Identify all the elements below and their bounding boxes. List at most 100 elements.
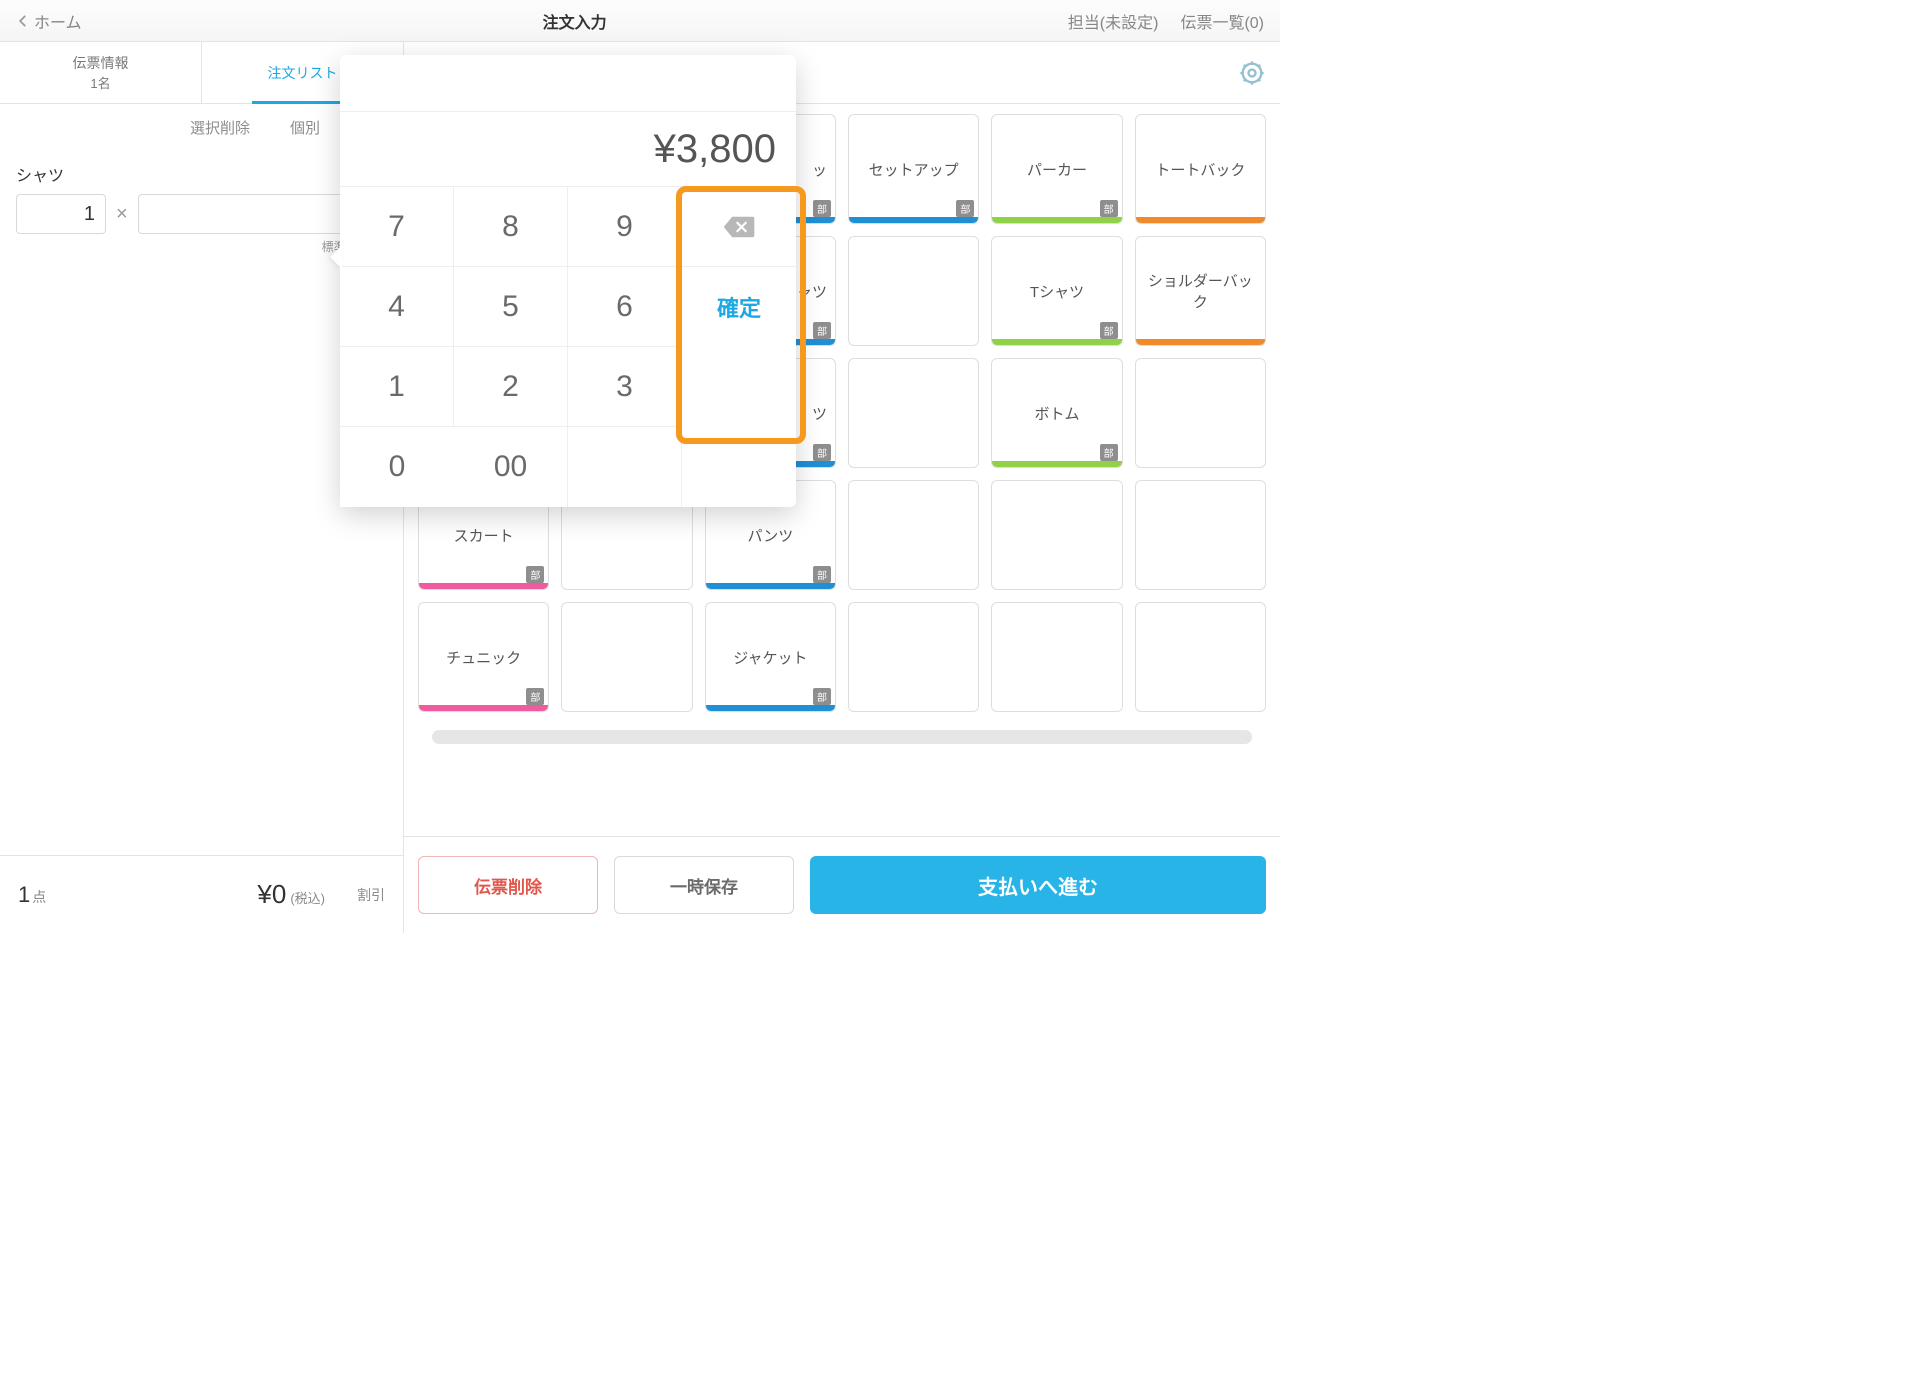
top-right-group: 担当(未設定) 伝票一覧(0) (1068, 9, 1264, 33)
horizontal-scrollbar[interactable] (432, 730, 1252, 744)
product-cell-empty (1135, 358, 1266, 468)
category-badge: 部 (526, 688, 544, 705)
back-label: ホーム (34, 9, 82, 33)
category-badge: 部 (813, 566, 831, 583)
product-cell[interactable]: ショルダーバック (1135, 236, 1266, 346)
discount-button[interactable]: 割引 (357, 885, 385, 905)
numpad-key-7[interactable]: 7 (340, 187, 454, 267)
slips-label[interactable]: 伝票一覧(0) (1180, 9, 1264, 33)
item-name: シャツ (16, 162, 387, 186)
product-cell-empty (848, 236, 979, 346)
product-label: ジャケット (733, 647, 807, 668)
color-stripe (1136, 217, 1265, 223)
product-label: Tシャツ (1030, 281, 1084, 302)
product-label: チュニック (446, 647, 521, 668)
color-stripe (992, 217, 1121, 223)
quantity-input[interactable]: 1 (16, 194, 106, 234)
multiply-icon: × (116, 203, 128, 226)
tab-slip-label: 伝票情報 (73, 53, 129, 73)
tab-slip-sub: 1名 (90, 73, 110, 92)
tab-slip-info[interactable]: 伝票情報 1名 (0, 42, 202, 103)
gear-icon[interactable] (1238, 59, 1266, 87)
color-stripe (706, 583, 835, 589)
category-badge: 部 (1100, 322, 1118, 339)
delete-selection-button[interactable]: 選択削除 (190, 117, 250, 138)
category-badge: 部 (956, 200, 974, 217)
delete-slip-button[interactable]: 伝票削除 (418, 856, 598, 914)
product-cell[interactable]: パーカー部 (991, 114, 1122, 224)
hold-button[interactable]: 一時保存 (614, 856, 794, 914)
tab-order-label: 注文リスト (268, 63, 338, 83)
page-title: 注文入力 (543, 9, 607, 33)
product-label: パンツ (747, 525, 793, 546)
color-stripe (419, 583, 548, 589)
category-badge: 部 (813, 200, 831, 217)
product-label: ボトム (1034, 403, 1079, 424)
product-cell-empty (1135, 602, 1266, 712)
category-badge: 部 (1100, 200, 1118, 217)
product-label: セットアップ (869, 159, 959, 180)
numpad-key-00[interactable]: 00 (454, 427, 568, 507)
product-cell-empty (991, 602, 1122, 712)
category-badge: 部 (813, 444, 831, 461)
right-footer: 伝票削除 一時保存 支払いへ進む (404, 836, 1280, 933)
back-button[interactable]: ホーム (16, 9, 82, 33)
numpad-key-blank[interactable] (568, 427, 682, 507)
item-count: 1 点 (18, 882, 46, 908)
category-badge: 部 (813, 688, 831, 705)
numpad-key-4[interactable]: 4 (340, 267, 454, 347)
product-cell-empty (848, 358, 979, 468)
product-label: ツ (812, 403, 827, 424)
numpad-popover: ¥3,800 7 8 9 4 5 6 確定 1 2 3 0 00 (340, 55, 796, 507)
product-cell[interactable]: Tシャツ部 (991, 236, 1122, 346)
backspace-icon (722, 214, 756, 240)
total-price: ¥0 (税込) (257, 879, 325, 910)
product-cell[interactable]: トートバック (1135, 114, 1266, 224)
product-cell-empty (848, 602, 979, 712)
numpad-key-0[interactable]: 0 (340, 427, 454, 507)
color-stripe (992, 461, 1121, 467)
category-badge: 部 (813, 322, 831, 339)
numpad-key-3[interactable]: 3 (568, 347, 682, 427)
proceed-payment-button[interactable]: 支払いへ進む (810, 856, 1266, 914)
color-stripe (706, 705, 835, 711)
numpad-key-8[interactable]: 8 (454, 187, 568, 267)
individual-button[interactable]: 個別 (290, 117, 320, 138)
product-label: スカート (454, 525, 514, 546)
category-badge: 部 (1100, 444, 1118, 461)
numpad-key-2[interactable]: 2 (454, 347, 568, 427)
numpad-key-1[interactable]: 1 (340, 347, 454, 427)
product-cell[interactable]: セットアップ部 (848, 114, 979, 224)
color-stripe (992, 339, 1121, 345)
total-price-unit: (税込) (290, 888, 325, 907)
product-cell[interactable]: チュニック部 (418, 602, 549, 712)
category-badge: 部 (526, 566, 544, 583)
numpad-backspace[interactable] (682, 187, 796, 267)
top-bar: ホーム 注文入力 担当(未設定) 伝票一覧(0) (0, 0, 1280, 42)
staff-label[interactable]: 担当(未設定) (1068, 9, 1159, 33)
product-cell[interactable]: ボトム部 (991, 358, 1122, 468)
numpad-confirm-button[interactable]: 確定 (682, 267, 796, 347)
product-cell-empty (1135, 480, 1266, 590)
product-label: ショルダーバック (1144, 270, 1257, 312)
color-stripe (849, 217, 978, 223)
product-label: パーカー (1027, 159, 1087, 180)
color-stripe (419, 705, 548, 711)
product-label: ッ (812, 159, 827, 180)
product-cell-empty (848, 480, 979, 590)
popover-arrow-icon (330, 245, 342, 269)
item-count-unit: 点 (32, 887, 46, 907)
chevron-left-icon (16, 14, 30, 28)
left-footer: 1 点 ¥0 (税込) 割引 (0, 855, 403, 933)
total-price-value: ¥0 (257, 879, 286, 910)
numpad-key-9[interactable]: 9 (568, 187, 682, 267)
numpad-key-6[interactable]: 6 (568, 267, 682, 347)
numpad-display: ¥3,800 (340, 111, 796, 187)
item-count-value: 1 (18, 882, 30, 908)
product-label: ャツ (797, 281, 827, 302)
product-cell-empty (561, 602, 692, 712)
color-stripe (1136, 339, 1265, 345)
product-cell[interactable]: ジャケット部 (705, 602, 836, 712)
numpad-key-5[interactable]: 5 (454, 267, 568, 347)
product-label: トートバック (1155, 159, 1245, 180)
